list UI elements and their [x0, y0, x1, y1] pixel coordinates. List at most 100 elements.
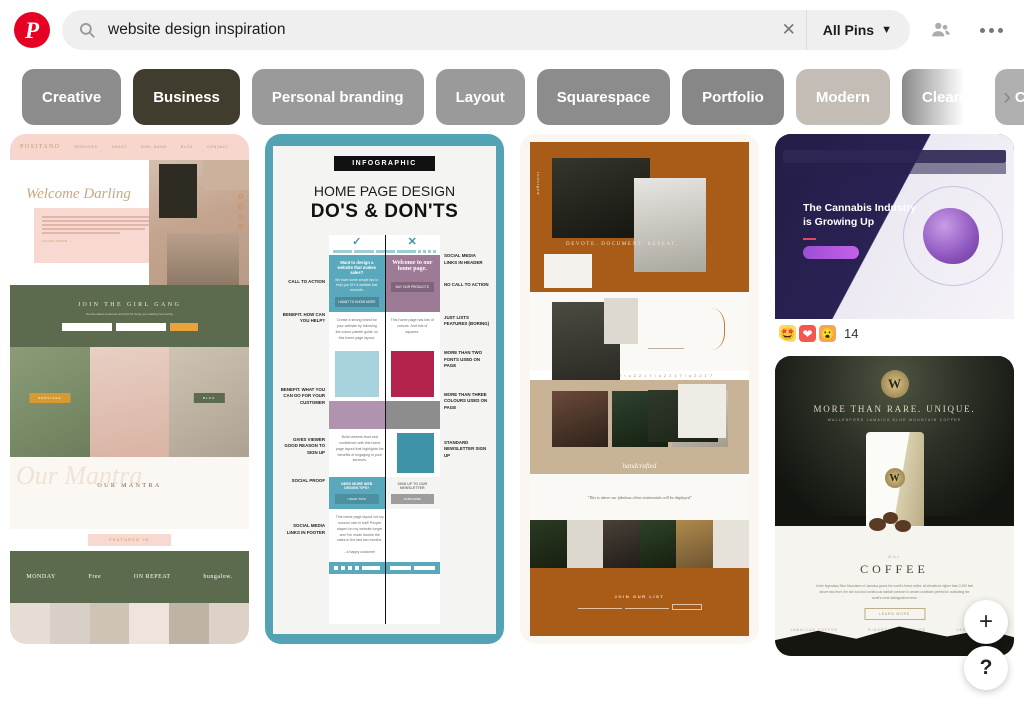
chip-personal-branding[interactable]: Personal branding — [251, 69, 424, 125]
services-button: SERVICES — [29, 392, 71, 403]
top-header: P website design inspiration ✕ All Pins … — [0, 0, 1024, 60]
mock-mantra: Our Mantra OUR MANTRA — [10, 457, 249, 529]
search-input[interactable]: website design inspiration — [108, 21, 772, 39]
section-body: In the legendary Blue Mountains of Jamai… — [815, 584, 974, 600]
mock-white-section — [530, 292, 749, 442]
filter-chips-row[interactable]: Creative Business Personal branding Layo… — [0, 60, 1024, 134]
hero-cta: LEARN MORE → — [42, 238, 73, 243]
mock-browser-bar — [783, 150, 1006, 163]
annotation: SOCIAL PROOF — [291, 478, 325, 484]
section-eyebrow: Our — [888, 554, 901, 559]
chip-creative[interactable]: Creative — [22, 69, 122, 125]
pin-card-moodboard[interactable]: Indulged DEVOTE. DOCUMENT. REPEAT. \u221… — [520, 134, 759, 644]
footer-title: JOIN OUR LIST — [614, 594, 665, 599]
chip-label: Business — [153, 88, 220, 106]
mock-newsletter: JOIN THE GIRL GANG Get the latest resour… — [10, 285, 249, 347]
do-check-icon: ✓ — [352, 236, 362, 248]
left-annotations: CALL TO ACTION BENEFIT. HOW CAN YOU HELP… — [279, 235, 329, 624]
grid-column-2: INFOGRAPHIC HOME PAGE DESIGN DO'S & DON'… — [265, 134, 504, 669]
do-cta-body: We have some simple tips to help you DIY… — [335, 278, 379, 293]
annotation: BENEFIT. HOW CAN YOU HELP? — [282, 311, 325, 324]
hero-subhead: WALLENFORD JAMAICA BLUE MOUNTAIN COFFEE — [827, 418, 962, 422]
learn-more-button: LEARN MORE — [863, 608, 926, 620]
hero-cta-button — [803, 246, 859, 259]
search-icon — [80, 23, 95, 38]
pin-reactions[interactable]: 🤩 ❤ 😮 14 — [775, 319, 1014, 342]
hero-headline: The Cannabis Industry is Growing Up — [803, 202, 917, 228]
newsletter-sub: Get the latest resources and tips for li… — [85, 311, 174, 316]
pin-card-infographic[interactable]: INFOGRAPHIC HOME PAGE DESIGN DO'S & DON'… — [265, 134, 504, 644]
pinterest-logo-icon[interactable]: P — [14, 12, 50, 48]
bag-monogram: W — [884, 468, 905, 488]
brand-logo: ON REPEAT — [133, 574, 171, 580]
chevron-right-icon[interactable]: › — [992, 82, 1022, 112]
mock-nav-link: CONTACT — [207, 145, 229, 149]
newsletter-title: JOIN THE GIRL GANG — [77, 301, 182, 308]
pin-image: POSITANO SERVICES ABOUT GIRL GANG BLOG C… — [10, 134, 249, 644]
brand-logo: Free — [88, 574, 102, 580]
blog-button: BLOG — [194, 392, 225, 403]
search-bar[interactable]: website design inspiration ✕ All Pins ▼ — [62, 10, 910, 50]
do-news-button: I WANT TIPS! — [335, 494, 379, 505]
chip-portfolio[interactable]: Portfolio — [682, 69, 784, 125]
mock-comparison: ✓ ✕ Want to design a website that makes … — [329, 235, 440, 624]
infographic-badge: INFOGRAPHIC — [334, 156, 435, 171]
feature-label: JAMAICAN COFFEE — [790, 628, 839, 632]
more-options-icon[interactable] — [972, 11, 1010, 49]
question-mark-icon[interactable]: ? — [964, 646, 1008, 690]
pin-card-cannabis[interactable]: The Cannabis Industry is Growing Up 🤩 ❤ … — [775, 134, 1014, 342]
annotation: STANDARD NEWSLETTER SIGN UP — [444, 439, 487, 458]
mock-nav-link: SERVICES — [74, 145, 98, 149]
accent-dash — [803, 238, 816, 240]
pin-image: INFOGRAPHIC HOME PAGE DESIGN DO'S & DON'… — [265, 134, 504, 644]
chevron-down-icon: ▼ — [881, 24, 892, 36]
chip-business[interactable]: Business — [133, 69, 240, 125]
dont-newsletter: SIGN UP TO OUR NEWSLETTER SUBSCRIBE — [384, 477, 440, 510]
mock-nav-link: BLOG — [180, 145, 194, 149]
star-struck-emoji[interactable]: 🤩 — [779, 325, 796, 342]
mantra-ghost-text: Our Mantra — [16, 461, 143, 490]
mock-nav-link: GIRL GANG — [141, 145, 167, 149]
dont-cta-button: BUY OUR PRODUCTS — [390, 282, 434, 292]
chip-layout[interactable]: Layout — [435, 69, 525, 125]
annotation: SOCIAL MEDIA LINKS IN HEADER — [444, 253, 483, 265]
plus-icon[interactable]: + — [964, 600, 1008, 644]
infographic-title: HOME PAGE DESIGN — [313, 183, 456, 199]
grid-column-3: Indulged DEVOTE. DOCUMENT. REPEAT. \u221… — [520, 134, 759, 669]
heart-eyes-emoji[interactable]: ❤ — [799, 325, 816, 342]
chip-label: Portfolio — [702, 88, 764, 106]
infographic-subtitle: DO'S & DON'TS — [310, 201, 459, 222]
chip-label: Creative — [42, 88, 102, 106]
do-cta-panel: Want to design a website that makes sale… — [329, 255, 385, 313]
chip-modern[interactable]: Modern — [795, 69, 890, 125]
chip-label: Clean — [922, 88, 963, 106]
people-icon[interactable] — [922, 11, 960, 49]
pin-card-positano[interactable]: POSITANO SERVICES ABOUT GIRL GANG BLOG C… — [10, 134, 249, 644]
hero-headline: MORE THAN RARE. UNIQUE. — [813, 404, 976, 414]
annotation: CALL TO ACTION — [288, 279, 325, 284]
wow-face-emoji[interactable]: 😮 — [819, 325, 836, 342]
dont-news-button: SUBSCRIBE — [390, 494, 434, 505]
brand-monogram: W — [880, 370, 909, 398]
mock-hero: Welcome Darling LEARN MORE → — [10, 160, 249, 285]
chip-clean[interactable]: Clean — [902, 69, 983, 125]
mock-featured: FEATURED IN — [10, 529, 249, 551]
do-text-2: Build viewers trust and confidence with … — [335, 435, 384, 463]
brand-logo: bungalow. — [203, 574, 233, 580]
chip-squarespace[interactable]: Squarespace — [536, 69, 671, 125]
mock-footer: JOIN OUR LIST — [530, 568, 749, 636]
clear-search-button[interactable]: ✕ — [772, 13, 806, 47]
three-dots — [979, 27, 1003, 33]
all-pins-dropdown[interactable]: All Pins ▼ — [805, 10, 906, 50]
featured-badge: FEATURED IN — [87, 534, 172, 546]
pin-image: Indulged DEVOTE. DOCUMENT. REPEAT. \u221… — [520, 134, 759, 644]
chip-label: Personal branding — [271, 88, 404, 106]
dont-text: This home page has lots of colours. And … — [390, 318, 434, 334]
grid-column-4: The Cannabis Industry is Growing Up 🤩 ❤ … — [775, 134, 1014, 669]
mock-brand: POSITANO — [20, 144, 61, 150]
pin-image: The Cannabis Industry is Growing Up — [775, 134, 1014, 319]
chip-label: Modern — [815, 88, 870, 106]
dont-x-icon: ✕ — [407, 236, 417, 248]
mock-nav-link: ABOUT — [111, 145, 128, 149]
brand-vertical: Indulged — [536, 172, 541, 196]
